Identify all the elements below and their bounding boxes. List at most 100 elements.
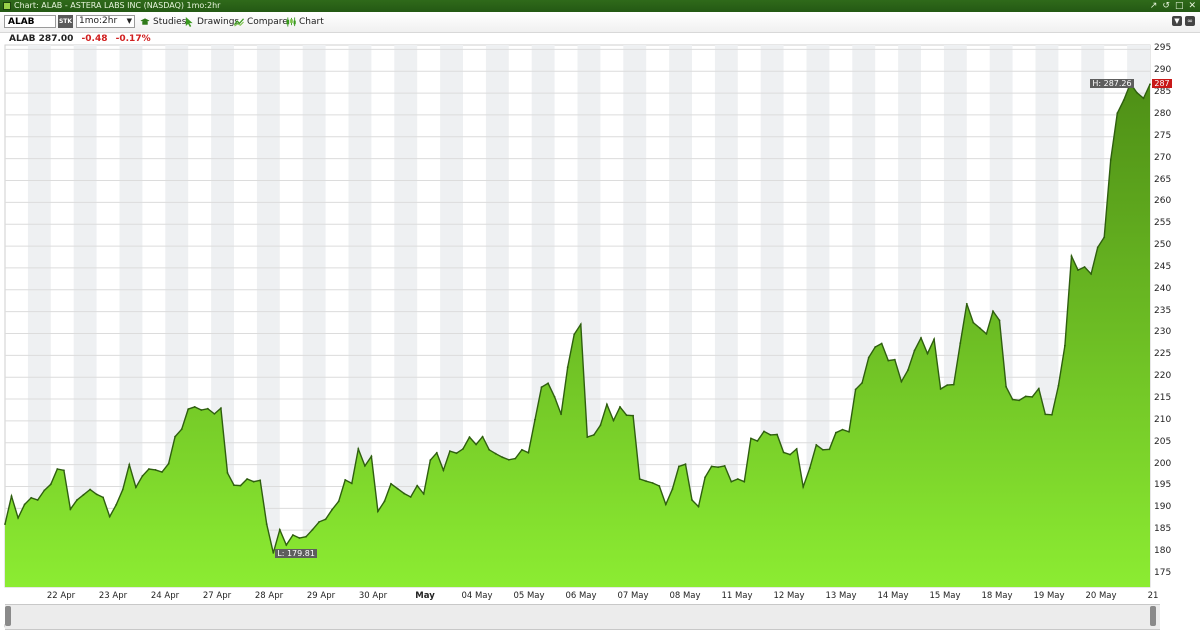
price-point xyxy=(82,493,85,496)
x-tick-label: 08 May xyxy=(669,591,701,601)
price-point xyxy=(422,493,425,495)
price-point xyxy=(828,448,831,451)
price-point xyxy=(573,333,576,336)
price-point xyxy=(638,478,641,480)
y-tick-label: 175 xyxy=(1154,567,1172,578)
price-point xyxy=(782,451,785,454)
x-tick-label: 11 May xyxy=(721,591,753,601)
price-point xyxy=(305,535,307,538)
price-point xyxy=(547,382,549,385)
y-tick-label: 265 xyxy=(1154,174,1172,185)
price-point xyxy=(776,433,778,436)
price-point xyxy=(678,465,680,468)
y-tick-label: 185 xyxy=(1154,524,1172,535)
price-point xyxy=(1077,269,1079,271)
price-point xyxy=(579,323,582,326)
price-point xyxy=(704,476,706,479)
price-point xyxy=(1070,255,1073,257)
price-point xyxy=(861,382,863,384)
price-point xyxy=(246,478,249,480)
price-point xyxy=(789,453,791,456)
y-tick-label: 270 xyxy=(1154,152,1172,163)
price-point xyxy=(920,337,922,339)
price-point xyxy=(475,443,477,446)
price-chart[interactable] xyxy=(0,0,1200,631)
x-tick-label: 30 Apr xyxy=(358,591,388,601)
price-point xyxy=(226,472,229,474)
y-tick-label: 250 xyxy=(1154,240,1172,251)
price-point xyxy=(691,499,693,501)
price-point xyxy=(593,434,595,436)
price-point xyxy=(200,409,203,411)
time-navigator[interactable] xyxy=(5,604,1160,630)
price-point xyxy=(494,452,497,455)
price-point xyxy=(1083,266,1086,268)
price-point xyxy=(128,463,131,466)
price-point xyxy=(808,467,811,469)
price-point xyxy=(1018,399,1020,402)
price-point xyxy=(946,384,949,386)
navigator-right-handle[interactable] xyxy=(1150,606,1156,626)
price-point xyxy=(619,406,621,408)
price-point xyxy=(599,424,602,427)
price-point xyxy=(383,500,386,503)
price-point xyxy=(743,480,746,483)
price-point xyxy=(1064,344,1066,347)
navigator-left-handle[interactable] xyxy=(5,606,11,626)
price-point xyxy=(115,503,118,506)
price-point xyxy=(102,496,104,499)
price-point xyxy=(841,428,844,431)
price-point xyxy=(76,499,78,501)
price-point xyxy=(148,468,150,470)
price-point xyxy=(926,352,929,355)
x-tick-label: May xyxy=(415,591,435,601)
price-point xyxy=(527,451,530,454)
y-tick-label: 215 xyxy=(1154,393,1172,404)
price-point xyxy=(403,492,405,495)
price-point xyxy=(36,499,39,501)
price-point xyxy=(907,369,909,372)
price-point xyxy=(364,465,366,467)
price-point xyxy=(17,517,19,519)
price-point xyxy=(586,436,589,438)
price-point xyxy=(501,456,504,459)
price-point xyxy=(1122,99,1125,101)
price-point xyxy=(566,366,569,368)
price-point xyxy=(442,469,445,472)
x-tick-label: 12 May xyxy=(773,591,805,601)
price-point xyxy=(1090,273,1092,275)
price-point xyxy=(664,503,667,506)
price-point xyxy=(69,508,72,511)
price-point xyxy=(835,431,837,434)
price-point xyxy=(141,475,144,477)
y-tick-label: 290 xyxy=(1154,65,1172,76)
y-tick-label: 280 xyxy=(1154,108,1172,119)
x-tick-label: 20 May xyxy=(1085,591,1117,601)
price-point xyxy=(815,444,818,446)
price-point xyxy=(187,408,190,410)
price-point xyxy=(49,483,52,486)
price-point xyxy=(4,523,6,525)
price-point xyxy=(396,487,399,490)
price-point xyxy=(952,383,955,386)
x-tick-label: 21 xyxy=(1147,591,1159,601)
price-point xyxy=(1116,112,1119,115)
price-point xyxy=(206,407,209,410)
price-point xyxy=(220,407,222,410)
price-point xyxy=(730,480,733,483)
price-point xyxy=(979,327,981,330)
price-point xyxy=(887,359,890,362)
price-point xyxy=(63,469,65,472)
price-point xyxy=(612,419,615,422)
price-point xyxy=(285,544,288,546)
x-tick-label: 27 Apr xyxy=(202,591,232,601)
price-point xyxy=(488,448,491,451)
price-point xyxy=(331,508,333,511)
price-point xyxy=(514,457,517,460)
price-point xyxy=(992,310,994,313)
price-point xyxy=(717,466,720,469)
y-tick-label: 225 xyxy=(1154,349,1172,360)
price-point xyxy=(337,500,340,503)
price-point xyxy=(560,413,562,416)
price-point xyxy=(481,435,484,438)
